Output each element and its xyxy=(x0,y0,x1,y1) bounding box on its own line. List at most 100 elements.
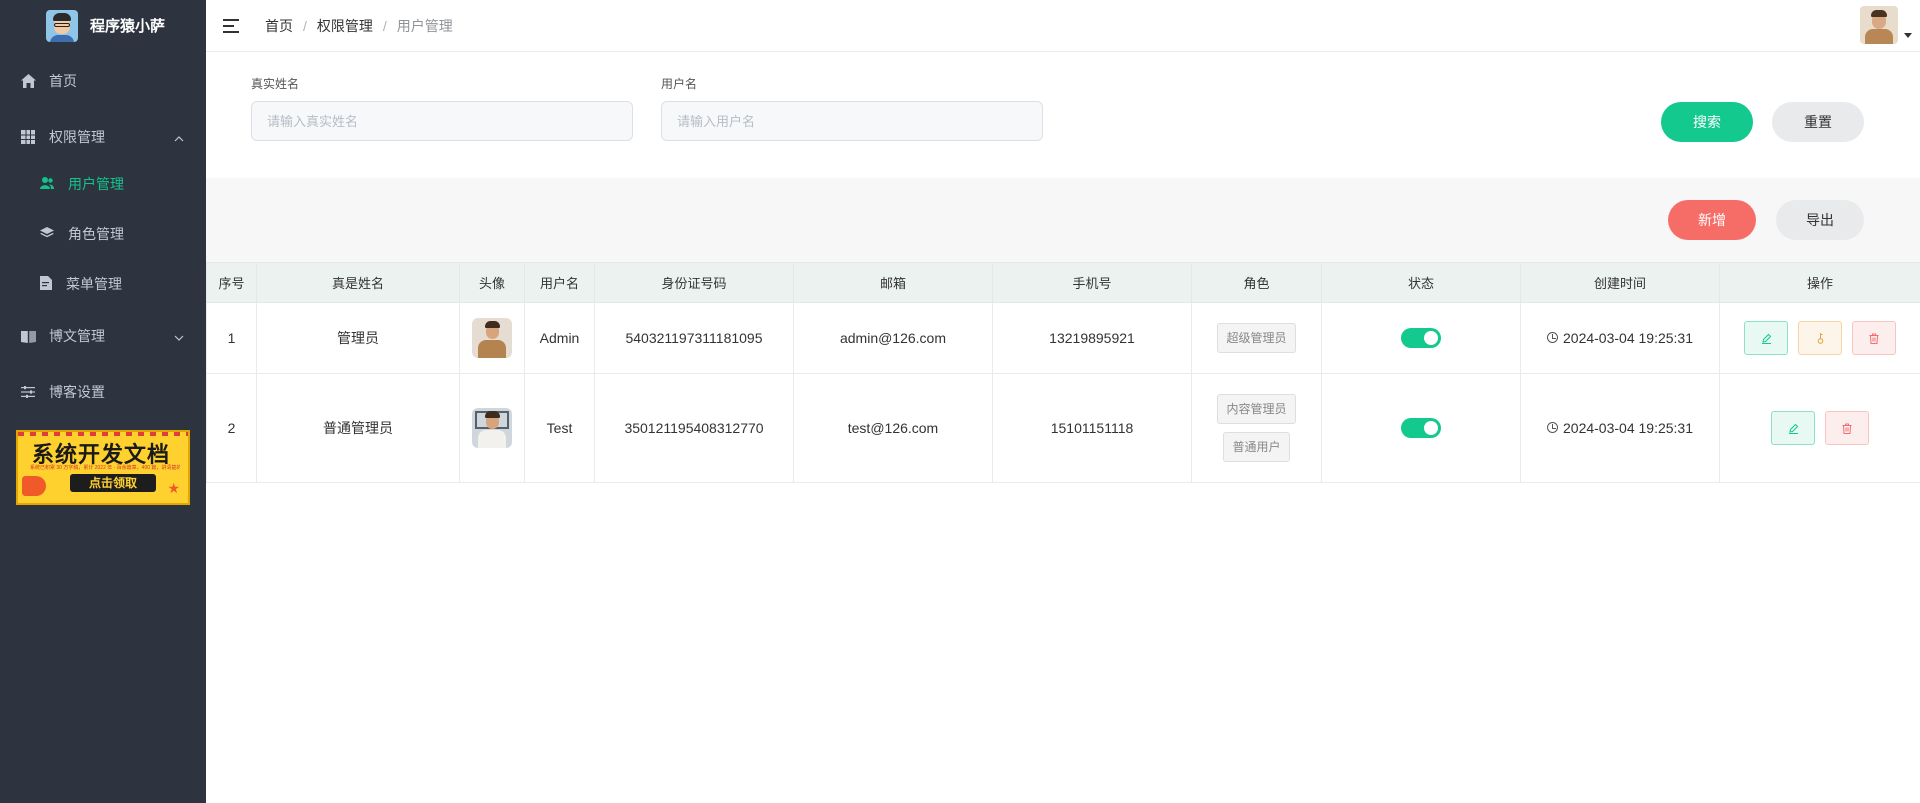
cell-status xyxy=(1321,373,1521,483)
cell-index: 2 xyxy=(206,373,257,483)
column-header: 角色 xyxy=(1191,262,1322,303)
edit-button[interactable] xyxy=(1771,411,1816,445)
column-header: 手机号 xyxy=(992,262,1192,303)
username-field: 用户名 xyxy=(661,75,1043,141)
add-button[interactable]: 新增 xyxy=(1668,200,1756,240)
edit-icon xyxy=(1788,423,1798,434)
promo-banner[interactable]: 系统开发文档 系统已积累 30 万字稿，累计 2022 年 · 百余篇章，400… xyxy=(16,430,190,505)
brand-avatar xyxy=(46,9,78,42)
cell-realname: 普通管理员 xyxy=(256,373,460,483)
book-icon xyxy=(20,328,36,344)
edit-button[interactable] xyxy=(1744,321,1789,355)
breadcrumb-home[interactable]: 首页 xyxy=(265,16,293,36)
column-header: 创建时间 xyxy=(1520,262,1720,303)
role-tag: 超级管理员 xyxy=(1217,323,1296,353)
avatar[interactable] xyxy=(472,408,512,448)
breadcrumb-separator: / xyxy=(303,17,307,34)
cell-email: test@126.com xyxy=(793,373,993,483)
chevron-down-icon xyxy=(174,328,184,344)
breadcrumb-permissions[interactable]: 权限管理 xyxy=(317,16,373,36)
export-button[interactable]: 导出 xyxy=(1776,200,1864,240)
cell-email: admin@126.com xyxy=(793,302,993,374)
cell-avatar xyxy=(459,373,525,483)
cell-actions xyxy=(1719,373,1920,483)
avatar[interactable] xyxy=(472,318,512,358)
cell-actions xyxy=(1719,302,1920,374)
user-avatar[interactable] xyxy=(1860,6,1898,44)
cell-username: Test xyxy=(524,373,595,483)
star-icon: ★ xyxy=(167,480,180,496)
reset-button[interactable]: 重置 xyxy=(1772,102,1864,142)
megaphone-icon xyxy=(22,476,46,496)
brand-logo[interactable]: 程序猿小萨 xyxy=(0,0,206,51)
brand-name: 程序猿小萨 xyxy=(90,18,166,35)
trash-icon xyxy=(1842,423,1852,434)
sidebar-item-label: 博客设置 xyxy=(49,384,105,400)
home-icon xyxy=(20,73,36,89)
menu-collapse-icon[interactable] xyxy=(223,18,239,33)
column-header: 邮箱 xyxy=(793,262,993,303)
user-table: 序号 真是姓名 头像 用户名 身份证号码 邮箱 手机号 角色 状态 创建时间 操… xyxy=(206,262,1920,483)
status-toggle[interactable] xyxy=(1401,328,1441,348)
table-toolbar: 新增 导出 xyxy=(206,178,1920,262)
layers-icon xyxy=(40,226,54,242)
status-toggle[interactable] xyxy=(1401,418,1441,438)
role-tag: 普通用户 xyxy=(1223,432,1290,462)
cell-created: 2024-03-04 19:25:31 xyxy=(1520,302,1720,374)
clock-icon xyxy=(1547,332,1558,344)
cell-index: 1 xyxy=(206,302,257,374)
sidebar-item-role-management[interactable]: 角色管理 xyxy=(0,209,206,259)
cell-realname: 管理员 xyxy=(256,302,460,374)
delete-button[interactable] xyxy=(1824,411,1869,445)
sidebar-item-label: 首页 xyxy=(49,73,77,89)
sidebar-item-label: 博文管理 xyxy=(49,328,105,344)
cell-status xyxy=(1321,302,1521,374)
cell-roles: 内容管理员 普通用户 xyxy=(1191,373,1322,483)
sidebar-item-blog-posts[interactable]: 博文管理 xyxy=(0,311,206,361)
promo-strip xyxy=(18,432,188,436)
users-icon xyxy=(40,176,54,192)
sidebar-item-label: 用户管理 xyxy=(68,176,124,192)
column-header: 头像 xyxy=(459,262,525,303)
reset-password-button[interactable] xyxy=(1798,321,1842,355)
cell-phone: 13219895921 xyxy=(992,302,1192,374)
clock-icon xyxy=(1547,422,1558,434)
column-header: 身份证号码 xyxy=(594,262,794,303)
promo-claim-button[interactable]: 点击领取 xyxy=(70,474,156,492)
cell-created: 2024-03-04 19:25:31 xyxy=(1520,373,1720,483)
realname-field: 真实姓名 xyxy=(251,75,633,141)
cell-id-card: 540321197311181095 xyxy=(594,302,794,374)
table-row: 1 管理员 Admin 540321197311181095 admin@126… xyxy=(206,302,1920,374)
breadcrumb-separator: / xyxy=(382,17,387,34)
search-button[interactable]: 搜索 xyxy=(1661,102,1753,142)
cell-avatar xyxy=(459,302,525,374)
column-header: 真是姓名 xyxy=(256,262,460,303)
key-icon xyxy=(1817,333,1823,344)
trash-icon xyxy=(1869,333,1879,344)
breadcrumb: 首页 / 权限管理 / 用户管理 xyxy=(265,16,453,36)
created-time: 2024-03-04 19:25:31 xyxy=(1563,329,1693,346)
username-label: 用户名 xyxy=(661,77,698,91)
column-header: 用户名 xyxy=(524,262,595,303)
table-header-row: 序号 真是姓名 头像 用户名 身份证号码 邮箱 手机号 角色 状态 创建时间 操… xyxy=(206,262,1920,303)
realname-input[interactable] xyxy=(251,101,633,141)
sidebar-item-menu-management[interactable]: 菜单管理 xyxy=(0,259,206,309)
realname-label: 真实姓名 xyxy=(251,77,300,91)
sidebar-item-blog-settings[interactable]: 博客设置 xyxy=(0,367,206,417)
sidebar-item-home[interactable]: 首页 xyxy=(0,56,206,106)
created-time: 2024-03-04 19:25:31 xyxy=(1563,419,1693,436)
sidebar-item-user-management[interactable]: 用户管理 xyxy=(0,159,206,209)
username-input[interactable] xyxy=(661,101,1043,141)
table-row: 2 普通管理员 Test 350121195408312770 test@126… xyxy=(206,373,1920,483)
sidebar-item-label: 菜单管理 xyxy=(66,276,122,292)
sidebar-item-permissions[interactable]: 权限管理 xyxy=(0,112,206,162)
role-tag: 内容管理员 xyxy=(1217,394,1296,424)
chevron-up-icon xyxy=(174,129,184,145)
column-header: 序号 xyxy=(206,262,257,303)
caret-down-icon[interactable] xyxy=(1904,33,1912,38)
grid-icon xyxy=(20,129,36,145)
cell-roles: 超级管理员 xyxy=(1191,302,1322,374)
breadcrumb-current: 用户管理 xyxy=(396,17,453,34)
delete-button[interactable] xyxy=(1851,321,1896,355)
column-header: 操作 xyxy=(1719,262,1920,303)
